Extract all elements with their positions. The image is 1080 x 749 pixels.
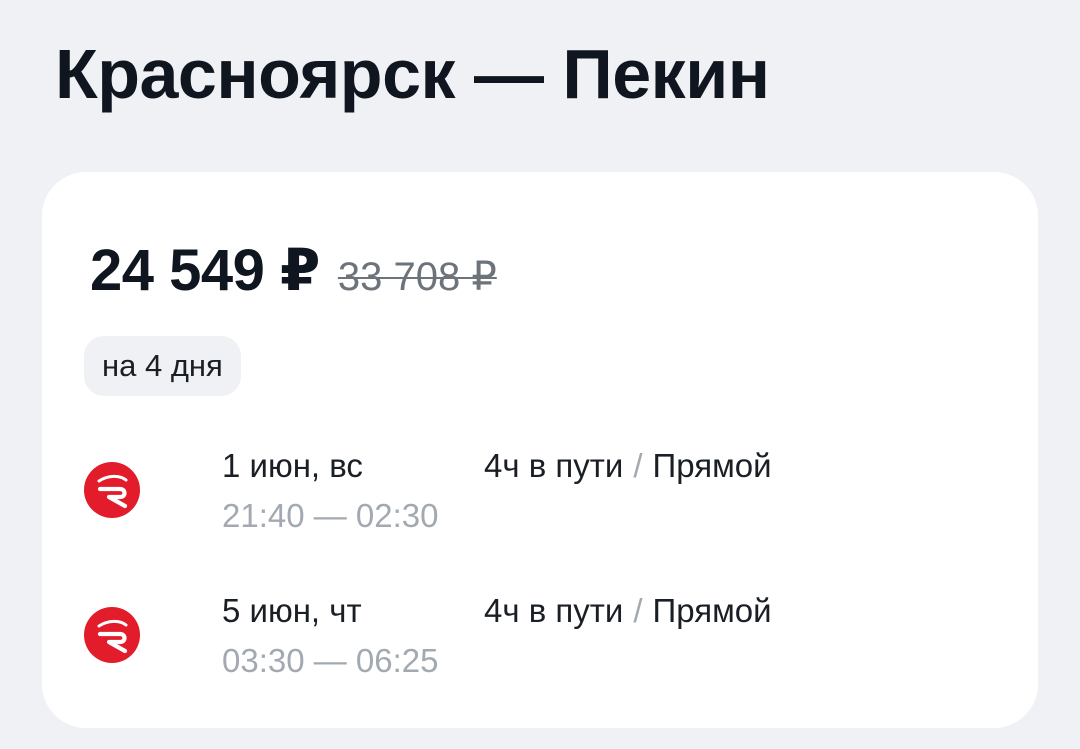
flight-date: 1 июн, вс [222, 447, 363, 484]
flight-info: 4ч в пути / Прямой [484, 591, 772, 631]
flight-segment-return: 5 июн, чт 03:30 — 06:25 4ч в пути / Прямой [84, 591, 984, 691]
price-row: 24 549 ₽ 33 708 ₽ [90, 236, 497, 306]
stops-label: Прямой [652, 447, 772, 484]
old-price: 33 708 ₽ [337, 255, 497, 299]
flight-times: 21:40 — 02:30 [222, 497, 439, 534]
trip-duration-badge: на 4 дня [84, 336, 241, 396]
red-wings-logo-icon [84, 607, 140, 663]
stops-label: Прямой [652, 592, 772, 629]
page-title: Красноярск — Пекин [55, 35, 770, 113]
flight-date: 5 июн, чт [222, 592, 362, 629]
flight-times: 03:30 — 06:25 [222, 642, 439, 679]
info-separator: / [633, 447, 643, 484]
offer-card[interactable]: 24 549 ₽ 33 708 ₽ на 4 дня 1 июн, вс 21:… [42, 172, 1038, 728]
flight-info: 4ч в пути / Прямой [484, 446, 772, 486]
current-price: 24 549 ₽ [90, 238, 320, 303]
travel-time: 4ч в пути [484, 592, 624, 629]
travel-time: 4ч в пути [484, 447, 624, 484]
red-wings-logo-icon [84, 462, 140, 518]
info-separator: / [633, 592, 643, 629]
flight-segment-outbound: 1 июн, вс 21:40 — 02:30 4ч в пути / Прямой [84, 446, 984, 546]
